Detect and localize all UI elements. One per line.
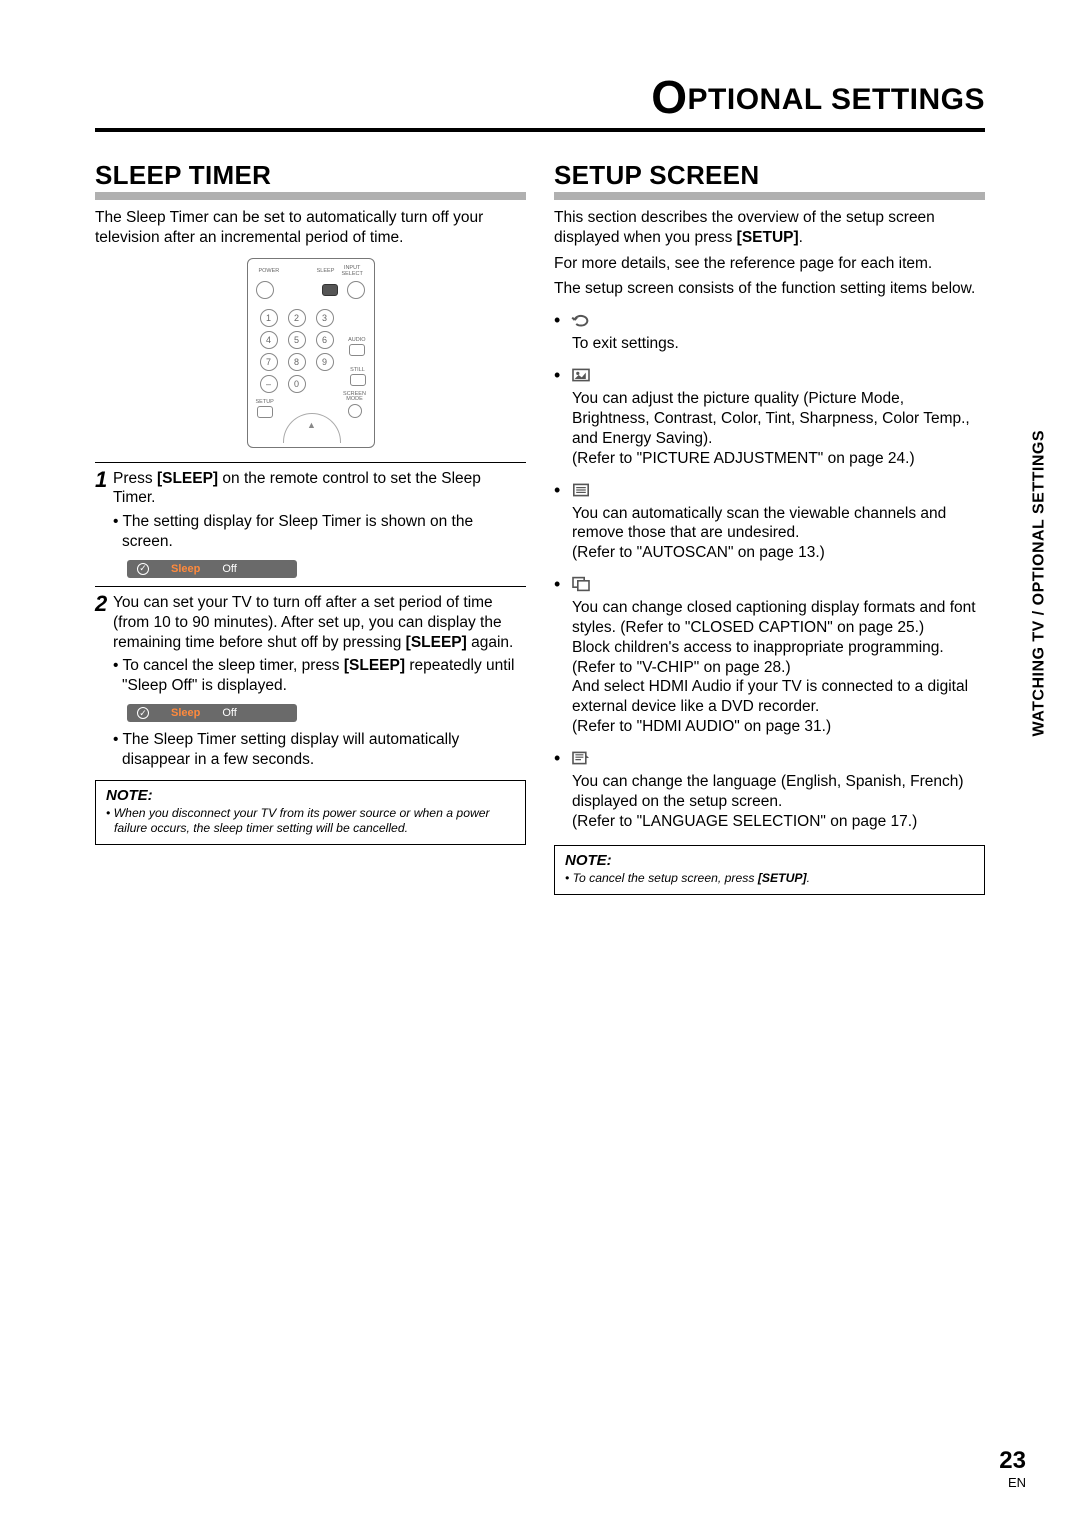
osd-display-1: ✓ Sleep Off — [127, 560, 297, 578]
clock-icon: ✓ — [137, 563, 149, 575]
remote-num-2: 2 — [288, 309, 306, 327]
setup-item-picture: • — [554, 364, 985, 387]
osd-value-2: Off — [222, 707, 236, 719]
setup-item-caption: • — [554, 573, 985, 596]
remote-num-3: 3 — [316, 309, 334, 327]
remote-label-sleep: SLEEP — [312, 268, 339, 274]
osd-display-2: ✓ Sleep Off — [127, 704, 297, 722]
remote-num-0: 0 — [288, 375, 306, 393]
setup-item-lang: • — [554, 747, 985, 770]
setup-item-exit: • — [554, 309, 985, 332]
page-number: 23 — [999, 1447, 1026, 1475]
setup-item-lang-desc: You can change the language (English, Sp… — [572, 772, 985, 831]
remote-setup-button — [257, 406, 273, 418]
step-number-2: 2 — [95, 593, 107, 615]
remote-num-4: 4 — [260, 331, 278, 349]
remote-power-button — [256, 281, 274, 299]
note-box-right: NOTE: To cancel the setup screen, press … — [554, 845, 985, 895]
setup-item-caption-desc: You can change closed captioning display… — [572, 598, 985, 737]
two-column-layout: SLEEP TIMER The Sleep Timer can be set t… — [95, 160, 985, 895]
note-body-right: To cancel the setup screen, press [SETUP… — [565, 871, 974, 886]
note-title-right: NOTE: — [565, 852, 974, 869]
setup-item-exit-desc: To exit settings. — [572, 334, 985, 354]
exit-icon — [571, 312, 591, 328]
remote-label-audio: AUDIO — [348, 337, 365, 343]
page-lang: EN — [999, 1475, 1026, 1490]
osd-label-1: Sleep — [171, 563, 200, 575]
caption-icon — [571, 576, 591, 592]
remote-illustration: POWER SLEEP INPUT SELECT 1 2 3 — [247, 258, 375, 448]
remote-screen-button — [348, 404, 362, 418]
remote-dpad: ▲ — [283, 413, 341, 443]
remote-label-setup: SETUP — [256, 399, 274, 405]
setup-p3: The setup screen consists of the functio… — [554, 279, 985, 299]
note-box-left: NOTE: When you disconnect your TV from i… — [95, 780, 526, 845]
remote-num-1: 1 — [260, 309, 278, 327]
step-2-bullet-2: The Sleep Timer setting display will aut… — [113, 730, 526, 770]
chapter-title-dropcap: O — [651, 71, 687, 123]
step-1: 1 Press [SLEEP] on the remote control to… — [95, 462, 526, 578]
remote-input-button — [347, 281, 365, 299]
setup-p1: This section describes the overview of t… — [554, 208, 985, 248]
section-heading-setup: SETUP SCREEN — [554, 160, 985, 200]
chapter-title: OPTIONAL SETTINGS — [95, 70, 985, 132]
remote-num-9: 9 — [316, 353, 334, 371]
note-title-left: NOTE: — [106, 787, 515, 804]
remote-still-button — [350, 374, 366, 386]
setup-item-picture-desc: You can adjust the picture quality (Pict… — [572, 389, 985, 468]
remote-num-5: 5 — [288, 331, 306, 349]
osd-value-1: Off — [222, 563, 236, 575]
remote-audio-button — [349, 344, 365, 356]
step-1-text: Press [SLEEP] on the remote control to s… — [113, 469, 526, 509]
note-body-left: When you disconnect your TV from its pow… — [106, 806, 515, 836]
remote-label-still: STILL — [350, 367, 366, 373]
remote-label-screen: SCREEN MODE — [342, 392, 368, 403]
step-2-bullet-1: To cancel the sleep timer, press [SLEEP]… — [113, 656, 526, 696]
clock-icon: ✓ — [137, 707, 149, 719]
language-icon — [571, 750, 591, 766]
picture-icon — [571, 367, 591, 383]
remote-sleep-button — [322, 284, 338, 296]
section-heading-sleep: SLEEP TIMER — [95, 160, 526, 200]
step-2-text: You can set your TV to turn off after a … — [113, 593, 526, 652]
osd-label-2: Sleep — [171, 707, 200, 719]
step-number-1: 1 — [95, 469, 107, 491]
setup-item-channel: • — [554, 479, 985, 502]
page-content: OPTIONAL SETTINGS SLEEP TIMER The Sleep … — [95, 70, 985, 895]
remote-num-6: 6 — [316, 331, 334, 349]
chapter-title-text: PTIONAL SETTINGS — [688, 83, 985, 116]
remote-label-power: POWER — [256, 268, 283, 274]
step-2: 2 You can set your TV to turn off after … — [95, 586, 526, 770]
setup-p2: For more details, see the reference page… — [554, 254, 985, 274]
right-column: SETUP SCREEN This section describes the … — [554, 160, 985, 895]
remote-num-7: 7 — [260, 353, 278, 371]
step-1-bullet: The setting display for Sleep Timer is s… — [113, 512, 526, 552]
sleep-intro: The Sleep Timer can be set to automatica… — [95, 208, 526, 248]
left-column: SLEEP TIMER The Sleep Timer can be set t… — [95, 160, 526, 895]
remote-label-input: INPUT SELECT — [339, 265, 366, 277]
remote-num-8: 8 — [288, 353, 306, 371]
channel-icon — [571, 482, 591, 498]
setup-item-channel-desc: You can automatically scan the viewable … — [572, 504, 985, 563]
remote-num-dash: – — [260, 375, 278, 393]
side-tab: WATCHING TV / OPTIONAL SETTINGS — [1030, 430, 1048, 736]
page-number-block: 23 EN — [999, 1447, 1026, 1490]
